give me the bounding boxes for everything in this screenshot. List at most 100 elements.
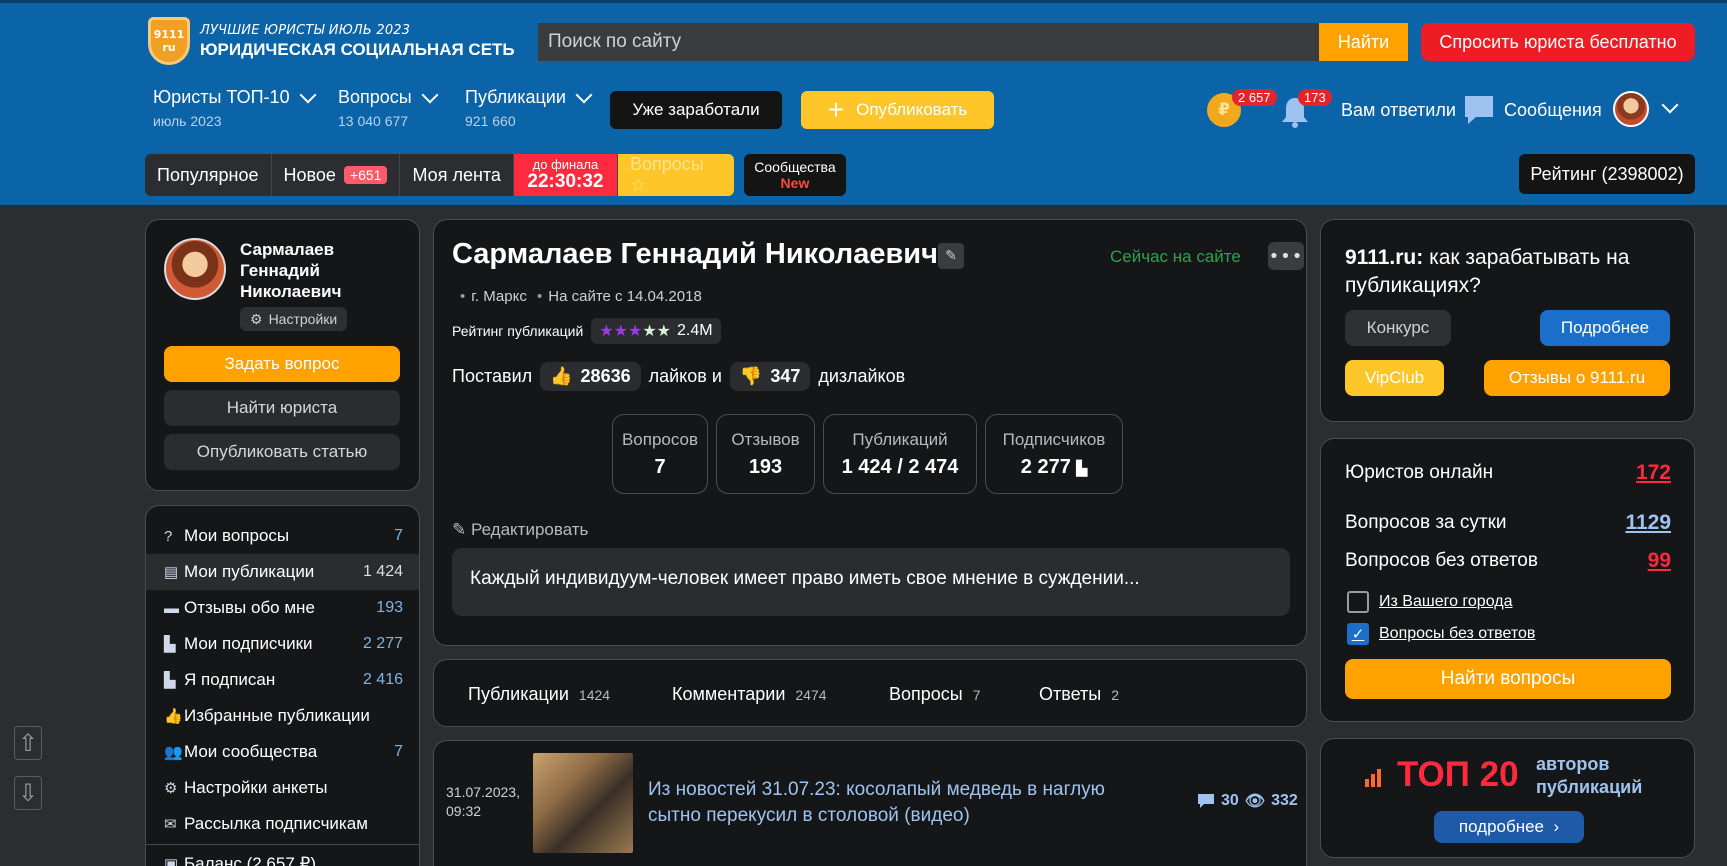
menu-label: Мои подписчики — [184, 634, 313, 653]
bullet-icon: • — [537, 288, 543, 305]
details-button[interactable]: Подробнее — [1540, 310, 1670, 346]
stat-publications[interactable]: Публикаций 1 424 / 2 474 — [823, 414, 977, 494]
tab-communities[interactable]: Сообщества New — [743, 154, 846, 196]
dislikes-value: 347 — [770, 366, 801, 386]
menu-following[interactable]: ▙ Я подписан 2 416 — [146, 662, 419, 698]
chevron-down-icon[interactable] — [1661, 96, 1679, 114]
likes-summary: Поставил 👍 28636 лайков и 👎 347 дизлайко… — [452, 362, 905, 391]
scroll-down-arrow-icon[interactable]: ⇩ — [14, 776, 42, 810]
tab-answers[interactable]: Ответы 2 — [1039, 684, 1119, 705]
nav-questions[interactable]: Вопросы 13 040 677 — [338, 86, 439, 129]
stat-value-row: 2 277 ▙ — [1021, 456, 1087, 479]
lawyers-online-value[interactable]: 172 — [1636, 461, 1671, 485]
site-logo[interactable]: 9111 ru ЛУЧШИЕ ЮРИСТЫ ИЮЛЬ 2023 ЮРИДИЧЕС… — [148, 17, 515, 65]
filter-city-checkbox[interactable]: Из Вашего города — [1347, 591, 1512, 613]
menu-favorites[interactable]: 👍 Избранные публикации — [146, 698, 419, 734]
nav-lawyers-top[interactable]: Юристы ТОП-10 июль 2023 — [153, 86, 317, 129]
top-more-button[interactable]: подробнее › — [1434, 811, 1584, 843]
logo-title: ЮРИДИЧЕСКАЯ СОЦИАЛЬНАЯ СЕТЬ — [200, 39, 515, 59]
nav-lawyers-title: Юристы ТОП-10 — [153, 87, 290, 107]
chevron-down-icon — [421, 86, 439, 103]
ask-question-button[interactable]: Задать вопрос — [164, 346, 400, 382]
stat-reviews[interactable]: Отзывов 193 — [716, 414, 815, 494]
rating-button[interactable]: Рейтинг (2398002) — [1519, 154, 1695, 194]
pencil-icon[interactable]: ✎ — [938, 243, 964, 269]
likes-box[interactable]: 👍 28636 — [540, 362, 641, 391]
tab-new[interactable]: Новое +651 — [271, 154, 401, 196]
stat-subscribers[interactable]: Подписчиков 2 277 ▙ — [985, 414, 1123, 494]
filter-unanswered-checkbox[interactable]: ✓ Вопросы без ответов — [1347, 623, 1535, 645]
contest-button[interactable]: Конкурс — [1345, 310, 1451, 346]
menu-profile-settings[interactable]: ⚙ Настройки анкеты — [146, 770, 419, 806]
search-button[interactable]: Найти — [1319, 23, 1408, 61]
new-count-badge: +651 — [343, 166, 388, 184]
messages-link[interactable]: Сообщения — [1504, 100, 1602, 121]
stat-questions[interactable]: Вопросов 7 — [612, 414, 708, 494]
menu-count: 1 424 — [362, 563, 403, 580]
post-item: 31.07.2023, 09:32 Из новостей 31.07.23: … — [433, 740, 1307, 866]
rating-stars-box[interactable]: ★★★★★ 2.4M — [591, 318, 721, 344]
nav-publications-title: Публикации — [465, 87, 566, 107]
stat-label: Вопросов за сутки — [1345, 512, 1507, 533]
wallet-icon: ▣ — [164, 856, 179, 866]
menu-my-publications[interactable]: ▤ Мои публикации 1 424 — [146, 554, 419, 590]
settings-button[interactable]: ⚙ Настройки — [240, 307, 348, 331]
chevron-down-icon — [299, 86, 317, 103]
tab-comments[interactable]: Комментарии 2474 — [672, 684, 827, 705]
final-timer[interactable]: до финала 22:30:32 — [513, 154, 618, 196]
find-lawyer-button[interactable]: Найти юриста — [164, 390, 400, 426]
user-avatar[interactable] — [1613, 91, 1649, 127]
tab-questions[interactable]: Вопросы ☆ — [617, 154, 734, 196]
pencil-icon: ✎ — [452, 520, 467, 539]
subscribers-icon: ▙ — [164, 636, 176, 653]
stat-label: Публикаций — [852, 429, 948, 449]
vipclub-button[interactable]: VipClub — [1345, 360, 1444, 396]
search-input[interactable] — [538, 23, 1319, 61]
tab-count: 1424 — [578, 687, 611, 703]
tab-questions[interactable]: Вопросы 7 — [889, 684, 981, 705]
menu-balance[interactable]: ▣ Баланс (2 657 ₽) — [146, 846, 419, 866]
nav-publications[interactable]: Публикации 921 660 — [465, 86, 593, 129]
unanswered-value[interactable]: 99 — [1648, 549, 1671, 573]
bullet-icon: • — [460, 288, 466, 305]
tab-publications[interactable]: Публикации 1424 — [468, 684, 610, 705]
stars-icon: ★★★★★ — [599, 323, 672, 340]
edit-bio-link[interactable]: ✎ Редактировать — [452, 520, 588, 540]
menu-subscribers[interactable]: ▙ Мои подписчики 2 277 — [146, 626, 419, 662]
menu-label: Мои сообщества — [184, 742, 318, 761]
site-header: 9111 ru ЛУЧШИЕ ЮРИСТЫ ИЮЛЬ 2023 ЮРИДИЧЕС… — [0, 0, 1727, 205]
profile-avatar[interactable] — [164, 238, 226, 300]
stat-value: 7 — [654, 455, 666, 478]
site-reviews-button[interactable]: Отзывы о 9111.ru — [1484, 360, 1670, 396]
menu-count: 2 416 — [362, 671, 403, 688]
tab-new-label: Новое — [283, 164, 336, 185]
publish-article-button[interactable]: Опубликовать статью — [164, 434, 400, 470]
nav-questions-title: Вопросы — [338, 87, 412, 107]
menu-mailing[interactable]: ✉ Рассылка подписчикам — [146, 806, 419, 842]
menu-my-questions[interactable]: ? Мои вопросы 7 — [146, 518, 419, 554]
logo-shield-top: 9111 — [153, 28, 185, 41]
ask-lawyer-button[interactable]: Спросить юриста бесплатно — [1421, 23, 1695, 61]
checkbox-unchecked[interactable] — [1347, 591, 1369, 613]
menu-communities[interactable]: 👥 Мои сообщества 7 — [146, 734, 419, 770]
message-icon[interactable] — [1462, 93, 1496, 127]
find-questions-button[interactable]: Найти вопросы — [1345, 659, 1671, 699]
checkbox-checked-icon[interactable]: ✓ — [1347, 623, 1369, 645]
questions-day-value[interactable]: 1129 — [1625, 511, 1671, 535]
more-options-icon[interactable]: ••• — [1268, 242, 1304, 270]
profile-name[interactable]: Сармалаев Геннадий Николаевич — [240, 239, 410, 302]
answered-link[interactable]: Вам ответили — [1341, 100, 1456, 121]
tab-my-feed[interactable]: Моя лента — [400, 154, 514, 196]
publish-button[interactable]: + Опубликовать — [801, 91, 994, 129]
scroll-up-arrow-icon[interactable]: ⇧ — [14, 726, 42, 760]
post-thumbnail[interactable] — [533, 753, 633, 853]
dislikes-box[interactable]: 👎 347 — [729, 362, 811, 391]
city: г. Маркс — [471, 288, 527, 305]
menu-label: Мои вопросы — [184, 526, 290, 545]
profile-main-card: Сармалаев Геннадий Николаевич ✎ Сейчас н… — [433, 219, 1307, 646]
timer-label: до финала — [532, 157, 599, 172]
already-earned-button[interactable]: Уже заработали — [610, 91, 782, 129]
tab-popular[interactable]: Популярное — [145, 154, 272, 196]
menu-reviews[interactable]: ▬ Отзывы обо мне 193 — [146, 590, 419, 626]
post-title[interactable]: Из новостей 31.07.23: косолапый медведь … — [648, 777, 1148, 829]
